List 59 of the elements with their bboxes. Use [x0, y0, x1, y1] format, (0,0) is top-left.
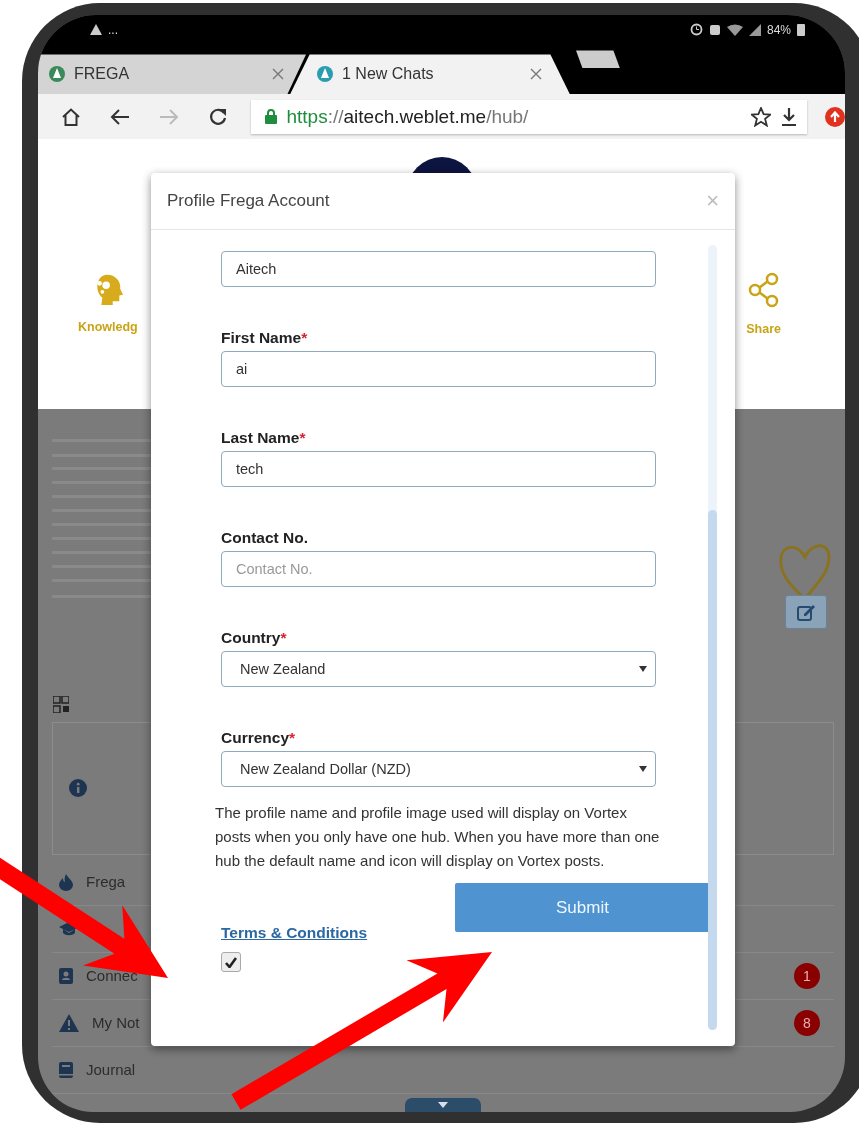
scrollbar-thumb[interactable] — [708, 510, 717, 1030]
alarm-icon — [689, 23, 703, 37]
dropdown[interactable]: New Zealand Dollar (NZD) — [221, 751, 656, 787]
browser-tab[interactable]: FREGA — [38, 54, 306, 95]
update-button[interactable] — [825, 106, 845, 127]
field-label: Contact No. — [221, 529, 309, 547]
expand-tab[interactable] — [404, 1098, 481, 1112]
close-icon — [272, 68, 284, 81]
field-label: Country* — [221, 629, 288, 647]
input-field[interactable]: ai — [221, 351, 656, 387]
chevron-down-icon — [437, 1102, 448, 1108]
star-icon — [751, 106, 771, 127]
warning-icon — [90, 24, 102, 36]
wifi-icon — [726, 23, 743, 36]
browser-tab[interactable]: 1 New Chats — [290, 54, 570, 95]
count-badge: 8 — [794, 1010, 820, 1036]
field-label: First Name* — [221, 329, 309, 347]
checkmark-icon — [225, 956, 237, 968]
favicon-icon — [316, 65, 334, 84]
home-icon — [60, 106, 81, 127]
signal-icon — [748, 23, 761, 36]
flame-icon — [58, 873, 74, 891]
close-icon — [530, 68, 542, 81]
battery-percentage: 84% — [766, 22, 791, 37]
caret-icon — [639, 766, 647, 772]
download-button[interactable] — [781, 106, 797, 127]
forward-icon — [158, 107, 179, 126]
dropdown[interactable]: New Zealand — [221, 651, 656, 687]
input-field[interactable]: Contact No. — [221, 551, 656, 587]
warning-icon — [58, 1013, 80, 1033]
bookmark-star-button[interactable] — [751, 106, 771, 127]
book-icon — [58, 1061, 74, 1079]
terms-checkbox[interactable] — [221, 952, 241, 972]
caret-icon — [639, 666, 647, 672]
url-text: https://aitech.weblet.me/hub/ — [286, 105, 530, 128]
address-book-icon — [58, 967, 74, 985]
address-bar[interactable]: https://aitech.weblet.me/hub/ — [250, 99, 807, 134]
modal-title: Profile Frega Account — [167, 191, 330, 211]
info-icon — [69, 779, 87, 798]
field-label: Last Name* — [221, 429, 307, 447]
info-text: The profile name and profile image used will display on Vortex posts when you only have one hub. When you have more than one hub the default name and icon will display on Vortex posts. — [215, 803, 660, 871]
field-label: Currency* — [221, 729, 297, 747]
battery-icon — [797, 23, 805, 37]
count-badge: 1 — [794, 963, 820, 989]
upload-icon — [825, 106, 845, 127]
reload-icon — [207, 106, 228, 127]
qr-code-icon — [53, 696, 69, 713]
back-icon — [109, 107, 130, 126]
lock-icon — [264, 109, 277, 125]
input-field[interactable]: tech — [221, 451, 656, 487]
edit-icon — [797, 603, 815, 621]
edit-button[interactable] — [785, 595, 827, 629]
share-icon — [747, 272, 780, 309]
notification-text: ... — [108, 22, 118, 37]
download-icon — [781, 106, 797, 127]
input-field[interactable]: Aitech — [221, 251, 656, 287]
favicon-icon — [48, 65, 66, 84]
terms-link[interactable]: Terms & Conditions — [221, 924, 368, 942]
new-tab-button[interactable] — [576, 50, 620, 69]
